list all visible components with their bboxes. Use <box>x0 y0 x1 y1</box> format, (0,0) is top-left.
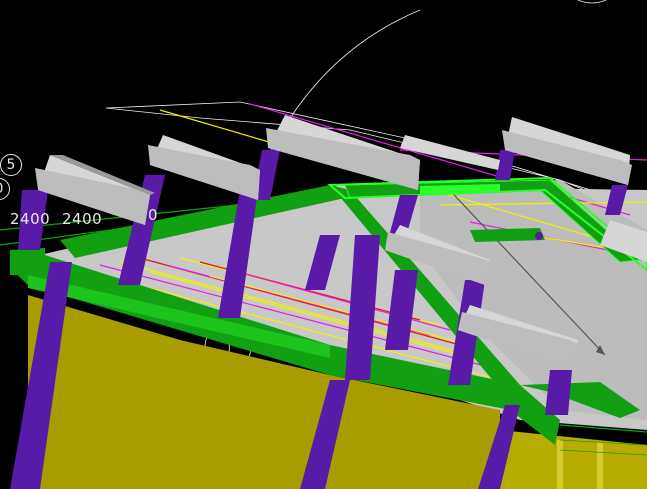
grid-bubble: 5 <box>0 154 22 176</box>
beam-left-stub <box>10 248 45 275</box>
dimension-label: 2400 <box>62 210 103 228</box>
dimension-label: 2400 <box>10 210 51 228</box>
model-3d-viewport[interactable] <box>0 0 647 489</box>
dimension-label: 0 <box>148 206 159 224</box>
beam-mid-small <box>470 228 545 242</box>
